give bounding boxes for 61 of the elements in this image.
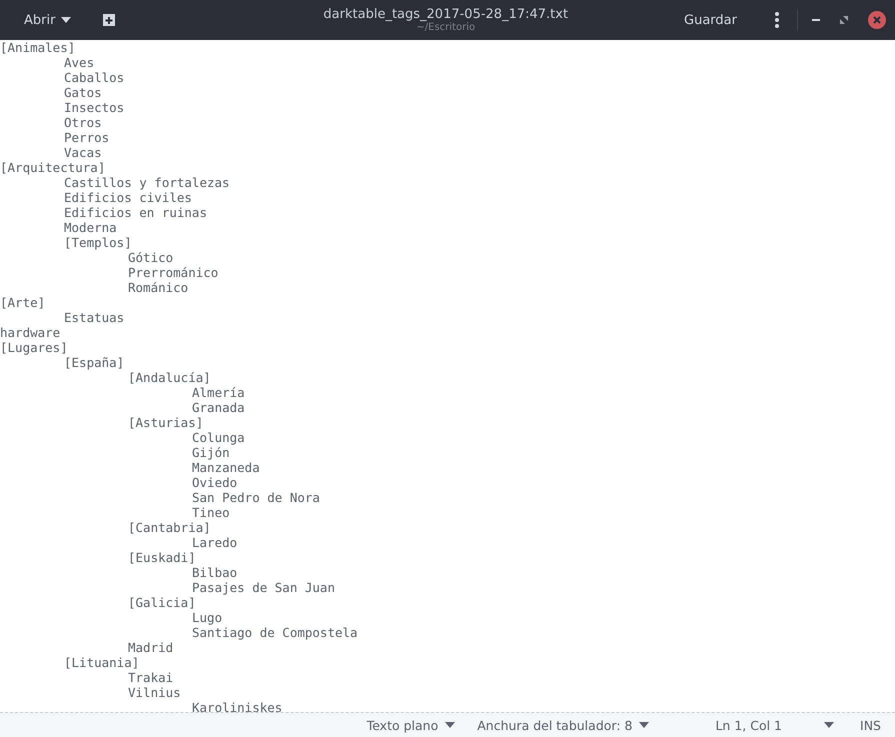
text-line: Granada bbox=[192, 400, 245, 415]
text-line: Madrid bbox=[128, 640, 174, 655]
tab-width-dropdown[interactable]: Anchura del tabulador: 8 bbox=[471, 716, 656, 734]
text-line: Insectos bbox=[64, 100, 124, 115]
text-line: Oviedo bbox=[192, 475, 238, 490]
text-line: Románico bbox=[128, 280, 188, 295]
text-line: Gijón bbox=[192, 445, 230, 460]
text-line: Prerrománico bbox=[128, 265, 218, 280]
text-line: Gótico bbox=[128, 250, 174, 265]
text-line: [Asturias] bbox=[128, 415, 204, 430]
text-line: Santiago de Compostela bbox=[192, 625, 358, 640]
window-title: darktable_tags_2017-05-28_17:47.txt bbox=[323, 7, 568, 22]
close-icon[interactable] bbox=[868, 11, 886, 29]
text-line: Estatuas bbox=[64, 310, 124, 325]
text-line: [Lituania] bbox=[64, 655, 140, 670]
text-line: Pasajes de San Juan bbox=[192, 580, 335, 595]
text-line: Colunga bbox=[192, 430, 245, 445]
text-line: [Cantabria] bbox=[128, 520, 211, 535]
text-line: Tineo bbox=[192, 505, 230, 520]
text-line: Vilnius bbox=[128, 685, 181, 700]
text-line: Lugo bbox=[192, 610, 222, 625]
text-line: [Arte] bbox=[0, 295, 46, 310]
text-line: Karoliniskes bbox=[192, 700, 282, 712]
caret-icon bbox=[639, 722, 650, 728]
text-line: Caballos bbox=[64, 70, 124, 85]
caret-icon[interactable] bbox=[824, 722, 834, 728]
text-line: Laredo bbox=[192, 535, 238, 550]
text-line: Edificios en ruinas bbox=[64, 205, 207, 220]
text-line: Moderna bbox=[64, 220, 117, 235]
new-tab-icon[interactable] bbox=[101, 13, 118, 27]
insert-mode: INS bbox=[860, 718, 881, 732]
text-line: [Animales] bbox=[0, 40, 76, 55]
text-line: Perros bbox=[64, 130, 110, 145]
text-line: hardware bbox=[0, 325, 60, 340]
text-line: [Lugares] bbox=[0, 340, 68, 355]
text-line: Edificios civiles bbox=[64, 190, 192, 205]
text-line: [Euskadi] bbox=[128, 550, 196, 565]
open-button[interactable]: Abrir bbox=[14, 8, 82, 32]
text-line: San Pedro de Nora bbox=[192, 490, 320, 505]
text-line: [Templos] bbox=[64, 235, 132, 250]
save-button[interactable]: Guardar bbox=[674, 8, 747, 32]
window-subtitle: ~/Escritorio bbox=[416, 22, 476, 33]
text-line: [Arquitectura] bbox=[0, 160, 106, 175]
text-line: Gatos bbox=[64, 85, 102, 100]
text-line: Trakai bbox=[128, 670, 174, 685]
text-line: Bilbao bbox=[192, 565, 238, 580]
cursor-position: Ln 1, Col 1 bbox=[715, 718, 782, 732]
menu-icon[interactable] bbox=[775, 12, 779, 28]
text-line: Aves bbox=[64, 55, 94, 70]
text-line: [Andalucía] bbox=[128, 370, 211, 385]
text-line: Manzaneda bbox=[192, 460, 260, 475]
text-line: Almería bbox=[192, 385, 245, 400]
text-line: [Galicia] bbox=[128, 595, 196, 610]
caret-icon bbox=[445, 722, 456, 728]
text-line: Vacas bbox=[64, 145, 102, 160]
language-dropdown[interactable]: Texto plano bbox=[360, 716, 462, 734]
text-line: Otros bbox=[64, 115, 102, 130]
caret-icon bbox=[61, 17, 72, 23]
text-line: Castillos y fortalezas bbox=[64, 175, 230, 190]
text-line: [España] bbox=[64, 355, 124, 370]
maximize-icon[interactable] bbox=[840, 16, 848, 24]
